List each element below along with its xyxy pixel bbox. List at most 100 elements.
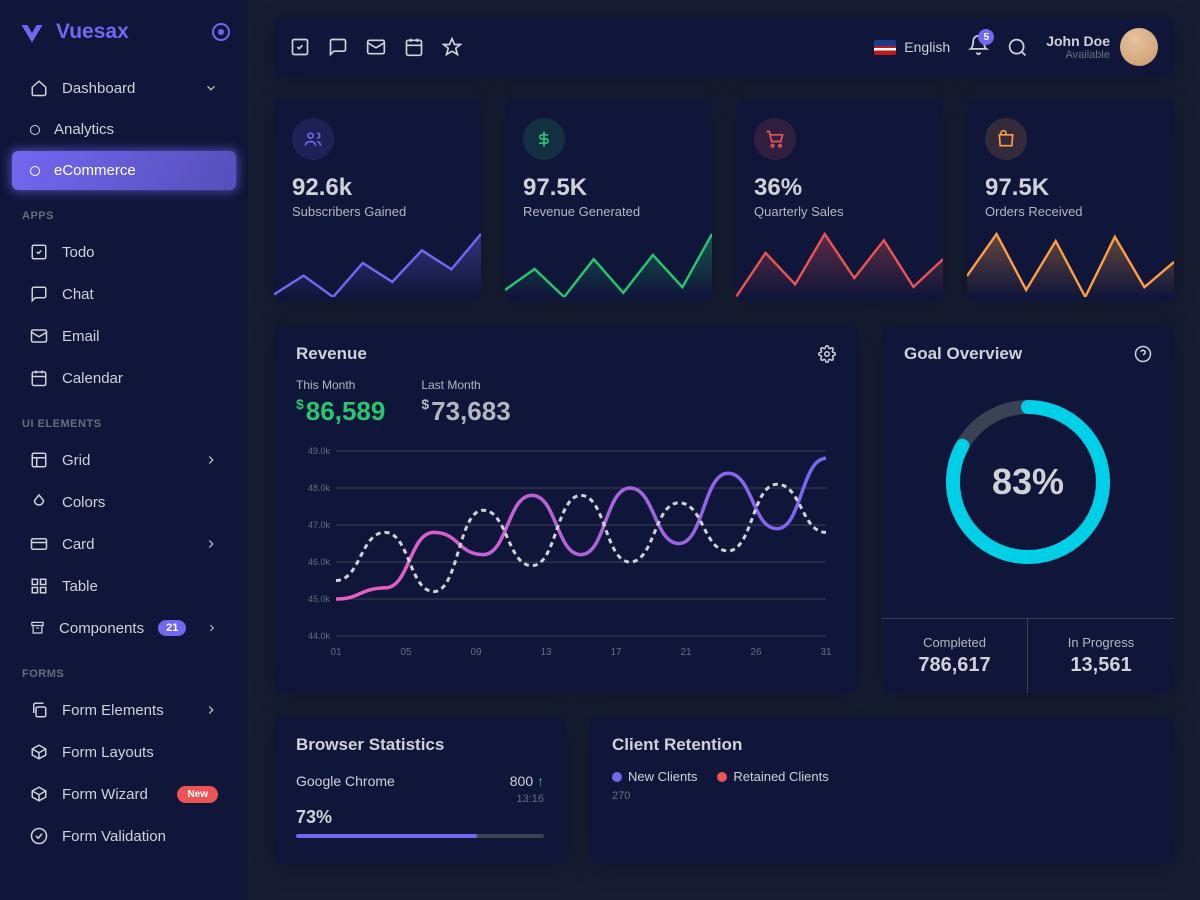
svg-text:21: 21: [680, 647, 692, 658]
nav-label: Analytics: [54, 121, 114, 138]
user-info: John Doe Available: [1046, 33, 1110, 61]
nav-chat[interactable]: Chat: [12, 274, 236, 314]
nav-components[interactable]: Components 21: [12, 608, 236, 648]
last-month-label: Last Month: [421, 378, 510, 392]
this-month-label: This Month: [296, 378, 385, 392]
svg-text:44.0k: 44.0k: [308, 631, 331, 641]
trend-up-icon: ↑: [537, 773, 544, 789]
browser-pct: 73%: [296, 807, 544, 828]
grid-icon: [30, 577, 48, 595]
nav-label: Chat: [62, 286, 94, 303]
box-icon: [30, 743, 48, 761]
chevron-right-icon: [206, 621, 218, 635]
nav-grid[interactable]: Grid: [12, 440, 236, 480]
nav-label: Card: [62, 536, 95, 553]
legend-dot-icon: [612, 772, 622, 782]
calendar-icon: [30, 369, 48, 387]
browser-count: 800: [510, 773, 533, 789]
goal-stats: Completed 786,617 In Progress 13,561: [882, 618, 1174, 693]
bullet-icon: [30, 166, 40, 176]
brand-name: Vuesax: [56, 20, 129, 44]
star-icon[interactable]: [442, 37, 462, 57]
nav-card[interactable]: Card: [12, 524, 236, 564]
completed-label: Completed: [882, 635, 1027, 650]
svg-text:48.0k: 48.0k: [308, 483, 331, 493]
nav-todo[interactable]: Todo: [12, 232, 236, 272]
avatar: [1120, 28, 1158, 66]
nav-table[interactable]: Table: [12, 566, 236, 606]
nav-label: Email: [62, 328, 100, 345]
svg-text:13: 13: [540, 647, 552, 658]
brand: Vuesax: [0, 18, 248, 66]
search-icon[interactable]: [1007, 37, 1028, 58]
section-forms: FORMS: [0, 650, 248, 688]
goal-title: Goal Overview: [904, 344, 1022, 364]
nav-calendar[interactable]: Calendar: [12, 358, 236, 398]
stat-label: Subscribers Gained: [292, 204, 463, 219]
revenue-values: This Month $86,589 Last Month $73,683: [274, 364, 858, 441]
check-circle-icon: [30, 827, 48, 845]
progress-bar: [296, 834, 544, 838]
cart-icon: [754, 118, 796, 160]
calendar-icon[interactable]: [404, 37, 424, 57]
help-icon[interactable]: [1134, 345, 1152, 363]
nav-form-wizard[interactable]: Form Wizard New: [12, 774, 236, 814]
language-selector[interactable]: English: [874, 39, 950, 55]
message-icon[interactable]: [328, 37, 348, 57]
bottom-row: Browser Statistics Google Chrome 800 ↑ 1…: [274, 717, 1174, 864]
nav-form-elements[interactable]: Form Elements: [12, 690, 236, 730]
goal-gauge: 83%: [938, 392, 1118, 572]
browser-name: Google Chrome: [296, 773, 395, 805]
pin-toggle-icon[interactable]: [212, 23, 230, 41]
stat-value: 97.5K: [985, 174, 1156, 202]
stat-label: Revenue Generated: [523, 204, 694, 219]
nav-label: Table: [62, 578, 98, 595]
gear-icon[interactable]: [818, 345, 836, 363]
stat-label: Quarterly Sales: [754, 204, 925, 219]
inprogress-value: 13,561: [1028, 654, 1174, 677]
retention-legend: New Clients Retained Clients: [590, 755, 1174, 784]
browser-row: Google Chrome 800 ↑ 13:16 73%: [296, 773, 544, 838]
brand-logo-icon: [18, 18, 46, 46]
layout-icon: [30, 451, 48, 469]
nav-email[interactable]: Email: [12, 316, 236, 356]
nav-label: Grid: [62, 452, 90, 469]
nav-ecommerce[interactable]: eCommerce: [12, 151, 236, 190]
completed-value: 786,617: [882, 654, 1027, 677]
credit-card-icon: [30, 535, 48, 553]
svg-text:31: 31: [820, 647, 832, 658]
home-icon: [30, 79, 48, 97]
goal-pct: 83%: [992, 461, 1064, 503]
main: English 5 John Doe Available 92.6k Subsc…: [248, 0, 1200, 900]
sparkline-chart: [736, 227, 943, 297]
nav-label: Form Layouts: [62, 744, 154, 761]
goal-body: 83%: [882, 364, 1174, 590]
nav-label: Form Elements: [62, 702, 164, 719]
nav-form-validation[interactable]: Form Validation: [12, 816, 236, 856]
stat-card: 36% Quarterly Sales: [736, 100, 943, 302]
notifications-button[interactable]: 5: [968, 34, 989, 60]
bag-icon: [985, 118, 1027, 160]
nav-form-layouts[interactable]: Form Layouts: [12, 732, 236, 772]
svg-text:47.0k: 47.0k: [308, 520, 331, 530]
droplet-icon: [30, 493, 48, 511]
box-icon: [30, 785, 48, 803]
new-badge: New: [177, 786, 218, 803]
sparkline-chart: [967, 227, 1174, 297]
nav-colors[interactable]: Colors: [12, 482, 236, 522]
nav-dashboard[interactable]: Dashboard: [12, 68, 236, 108]
nav-label: Form Wizard: [62, 786, 148, 803]
stat-value: 36%: [754, 174, 925, 202]
legend-new: New Clients: [628, 769, 697, 784]
topbar-shortcuts: [290, 37, 462, 57]
svg-text:01: 01: [330, 647, 342, 658]
svg-text:05: 05: [400, 647, 412, 658]
last-month-value: $73,683: [421, 396, 510, 427]
stat-card: 97.5K Revenue Generated: [505, 100, 712, 302]
browser-title: Browser Statistics: [296, 735, 444, 755]
check-square-icon[interactable]: [290, 37, 310, 57]
user-menu[interactable]: John Doe Available: [1046, 28, 1158, 66]
brand-link[interactable]: Vuesax: [18, 18, 129, 46]
mail-icon[interactable]: [366, 37, 386, 57]
nav-analytics[interactable]: Analytics: [12, 110, 236, 149]
